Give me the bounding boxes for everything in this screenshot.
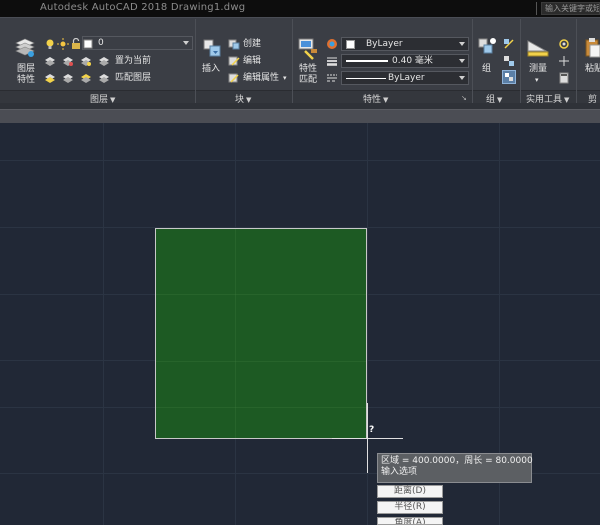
lineweight-icon[interactable] xyxy=(326,55,338,67)
paste-button[interactable]: 粘贴 xyxy=(585,64,600,74)
quick-calc-icon[interactable] xyxy=(558,38,570,50)
square-grid-line xyxy=(156,407,366,408)
panel-separator xyxy=(195,19,196,103)
file-tab-bar xyxy=(0,109,600,123)
crosshair-horizontal xyxy=(332,438,403,439)
panel-separator xyxy=(576,19,577,103)
lineweight-dropdown-value: 0.40 毫米 xyxy=(392,56,433,66)
chevron-down-icon xyxy=(459,42,465,46)
unlock-icon[interactable] xyxy=(70,37,82,50)
panel-separator xyxy=(292,19,293,103)
chevron-down-icon xyxy=(459,76,465,80)
match-properties-icon[interactable] xyxy=(297,37,319,64)
measure-dropdown-icon[interactable]: ▾ xyxy=(535,75,539,85)
linetype-icon[interactable] xyxy=(326,72,338,84)
insert-button[interactable]: 插入 xyxy=(202,64,220,74)
paste-icon[interactable] xyxy=(584,37,600,62)
square-grid-line xyxy=(156,294,366,295)
dynamic-input-tooltip: 区域 = 400.0000，周长 = 80.0000 输入选项 xyxy=(377,453,533,483)
chevron-down-icon xyxy=(459,59,465,63)
chevron-down-icon xyxy=(183,41,189,45)
insert-block-icon[interactable] xyxy=(201,37,223,62)
group-selection-toggle-icon[interactable] xyxy=(502,70,516,84)
layer-tool-icon-6[interactable] xyxy=(80,72,92,84)
layer-dropdown-box[interactable] xyxy=(82,36,193,50)
match-properties-label-2[interactable]: 匹配 xyxy=(299,75,317,85)
tooltip-prompt: 输入选项 xyxy=(381,467,418,477)
lightbulb-icon[interactable] xyxy=(44,38,56,50)
group-tool-icon-1[interactable] xyxy=(503,38,515,50)
option-distance[interactable]: 距离(D) xyxy=(377,485,443,498)
layer-properties-label-2[interactable]: 特性 xyxy=(17,75,35,85)
grid-line xyxy=(0,160,600,161)
panel-separator xyxy=(472,19,473,103)
group-icon[interactable] xyxy=(477,37,497,62)
sun-icon[interactable] xyxy=(57,38,69,50)
group-button[interactable]: 组 xyxy=(482,64,491,74)
cursor-question-mark: ? xyxy=(369,425,375,435)
set-current-icon[interactable] xyxy=(98,55,110,67)
search-input[interactable]: 输入关键字或短语 xyxy=(541,2,600,15)
group-tool-icon-2[interactable] xyxy=(503,55,515,67)
hatched-square-region[interactable] xyxy=(155,228,367,439)
linetype-dropdown[interactable]: ByLayer xyxy=(341,71,469,85)
match-layer-button[interactable]: 匹配图层 xyxy=(115,73,151,83)
color-wheel-icon[interactable] xyxy=(326,38,338,50)
layer-properties-label-1[interactable]: 图层 xyxy=(17,64,35,74)
match-layer-icon[interactable] xyxy=(98,72,110,84)
edit-block-button[interactable]: 编辑 xyxy=(243,56,261,66)
title-separator xyxy=(536,2,537,15)
edit-block-icon[interactable] xyxy=(228,55,240,67)
set-current-button[interactable]: 置为当前 xyxy=(115,56,151,66)
edit-attributes-icon[interactable] xyxy=(228,72,240,84)
tooltip-area-perimeter: 区域 = 400.0000，周长 = 80.0000 xyxy=(381,456,533,466)
layer-tool-icon-4[interactable] xyxy=(44,72,56,84)
drawing-canvas[interactable]: ? 区域 = 400.0000，周长 = 80.0000 输入选项 距离(D) … xyxy=(0,123,600,525)
layer-tool-icon-5[interactable] xyxy=(62,72,74,84)
grid-line xyxy=(103,123,104,525)
point-icon[interactable] xyxy=(558,55,570,67)
layer-properties-icon[interactable] xyxy=(14,37,36,62)
create-block-button[interactable]: 创建 xyxy=(243,39,261,49)
measure-icon[interactable] xyxy=(526,37,550,62)
properties-dialog-launcher-icon[interactable]: ↘ xyxy=(461,93,467,103)
lineweight-dropdown[interactable]: 0.40 毫米 xyxy=(341,54,469,68)
linetype-dropdown-value: ByLayer xyxy=(388,73,425,83)
calculator-icon[interactable] xyxy=(558,72,570,84)
edit-attributes-dropdown-icon[interactable]: ▾ xyxy=(283,73,287,83)
match-properties-label-1[interactable]: 特性 xyxy=(299,64,317,74)
linetype-sample xyxy=(346,78,386,79)
edit-attributes-button[interactable]: 编辑属性 xyxy=(243,73,279,83)
title-bar: Autodesk AutoCAD 2018 Drawing1.dwg 输入关键字… xyxy=(0,0,600,17)
window-title: Autodesk AutoCAD 2018 Drawing1.dwg xyxy=(40,2,246,13)
color-dropdown-value: ByLayer xyxy=(366,39,403,49)
square-grid-line xyxy=(156,361,366,362)
lineweight-sample xyxy=(346,60,388,62)
layer-tool-icon-1[interactable] xyxy=(44,55,56,67)
panel-separator xyxy=(520,19,521,103)
layer-tool-icon-3[interactable] xyxy=(80,55,92,67)
option-angle[interactable]: 角度(A) xyxy=(377,517,443,525)
layer-tool-icon-2[interactable] xyxy=(62,55,74,67)
color-swatch xyxy=(346,40,355,49)
color-dropdown[interactable]: ByLayer xyxy=(341,37,469,51)
measure-button[interactable]: 测量 xyxy=(529,64,547,74)
create-block-icon[interactable] xyxy=(228,38,240,50)
option-radius[interactable]: 半径(R) xyxy=(377,501,443,514)
